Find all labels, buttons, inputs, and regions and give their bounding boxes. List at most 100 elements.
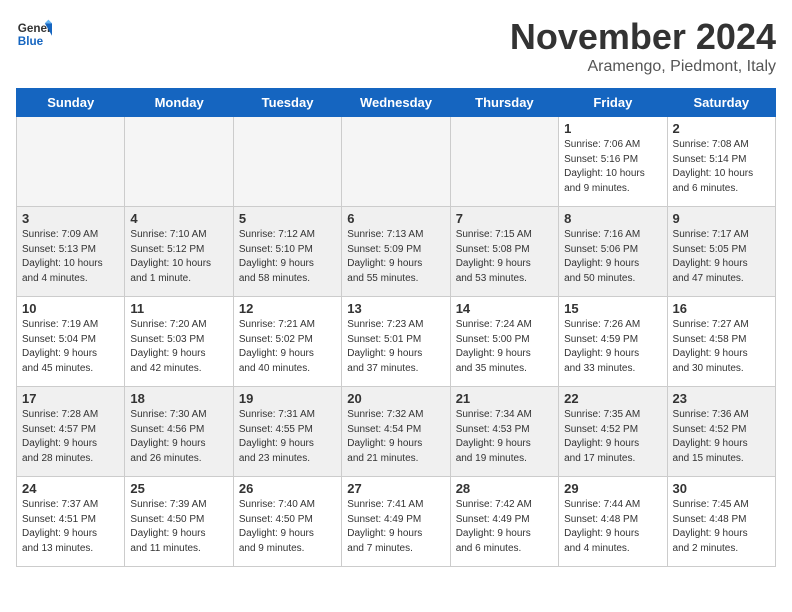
- calendar-day-cell: 16 Sunrise: 7:27 AM Sunset: 4:58 PM Dayli…: [667, 297, 775, 387]
- calendar-body: 1 Sunrise: 7:06 AM Sunset: 5:16 PM Daylig…: [17, 117, 776, 567]
- calendar-day-cell: 26 Sunrise: 7:40 AM Sunset: 4:50 PM Dayli…: [233, 477, 341, 567]
- calendar-col-header: Sunday: [17, 89, 125, 117]
- day-info: Sunrise: 7:26 AM Sunset: 4:59 PM Dayligh…: [564, 318, 661, 376]
- calendar-day-cell: 25 Sunrise: 7:39 AM Sunset: 4:50 PM Dayli…: [125, 477, 233, 567]
- calendar-day-cell: 29 Sunrise: 7:44 AM Sunset: 4:48 PM Dayli…: [559, 477, 667, 567]
- day-number: 28: [456, 481, 553, 496]
- location-subtitle: Aramengo, Piedmont, Italy: [510, 58, 776, 76]
- day-number: 18: [130, 391, 227, 406]
- calendar-day-cell: 18 Sunrise: 7:30 AM Sunset: 4:56 PM Dayli…: [125, 387, 233, 477]
- calendar-day-cell: 13Sunrise: 7:23 AM Sunset: 5:01 PM Dayli…: [342, 297, 450, 387]
- calendar-day-cell: 20 Sunrise: 7:32 AM Sunset: 4:54 PM Dayli…: [342, 387, 450, 477]
- day-info: Sunrise: 7:39 AM Sunset: 4:50 PM Dayligh…: [130, 498, 227, 556]
- calendar-day-cell: 22Sunrise: 7:35 AM Sunset: 4:52 PM Dayli…: [559, 387, 667, 477]
- calendar-col-header: Monday: [125, 89, 233, 117]
- calendar-day-cell: 23 Sunrise: 7:36 AM Sunset: 4:52 PM Dayli…: [667, 387, 775, 477]
- day-info: Sunrise: 7:15 AM Sunset: 5:08 PM Dayligh…: [456, 228, 553, 286]
- day-info: Sunrise: 7:42 AM Sunset: 4:49 PM Dayligh…: [456, 498, 553, 556]
- day-number: 10: [22, 301, 119, 316]
- calendar-day-cell: 10 Sunrise: 7:19 AM Sunset: 5:04 PM Dayli…: [17, 297, 125, 387]
- calendar-col-header: Friday: [559, 89, 667, 117]
- calendar-week-row: 17 Sunrise: 7:28 AM Sunset: 4:57 PM Dayli…: [17, 387, 776, 477]
- calendar-day-cell: 24Sunrise: 7:37 AM Sunset: 4:51 PM Dayli…: [17, 477, 125, 567]
- day-info: Sunrise: 7:16 AM Sunset: 5:06 PM Dayligh…: [564, 228, 661, 286]
- day-info: Sunrise: 7:32 AM Sunset: 4:54 PM Dayligh…: [347, 408, 444, 466]
- day-info: Sunrise: 7:45 AM Sunset: 4:48 PM Dayligh…: [673, 498, 770, 556]
- calendar-day-cell: 27Sunrise: 7:41 AM Sunset: 4:49 PM Dayli…: [342, 477, 450, 567]
- day-info: Sunrise: 7:28 AM Sunset: 4:57 PM Dayligh…: [22, 408, 119, 466]
- title-block: November 2024 Aramengo, Piedmont, Italy: [510, 16, 776, 76]
- day-number: 24: [22, 481, 119, 496]
- day-number: 30: [673, 481, 770, 496]
- day-number: 15: [564, 301, 661, 316]
- day-number: 14: [456, 301, 553, 316]
- calendar-col-header: Wednesday: [342, 89, 450, 117]
- day-info: Sunrise: 7:35 AM Sunset: 4:52 PM Dayligh…: [564, 408, 661, 466]
- day-info: Sunrise: 7:10 AM Sunset: 5:12 PM Dayligh…: [130, 228, 227, 286]
- calendar-day-cell: 6Sunrise: 7:13 AM Sunset: 5:09 PM Daylig…: [342, 207, 450, 297]
- calendar-week-row: 24Sunrise: 7:37 AM Sunset: 4:51 PM Dayli…: [17, 477, 776, 567]
- calendar-col-header: Tuesday: [233, 89, 341, 117]
- day-number: 16: [673, 301, 770, 316]
- calendar-day-cell: 19Sunrise: 7:31 AM Sunset: 4:55 PM Dayli…: [233, 387, 341, 477]
- day-number: 3: [22, 211, 119, 226]
- logo: General Blue: [16, 16, 52, 52]
- day-number: 17: [22, 391, 119, 406]
- calendar-day-cell: [233, 117, 341, 207]
- calendar-day-cell: 4 Sunrise: 7:10 AM Sunset: 5:12 PM Daylig…: [125, 207, 233, 297]
- day-number: 1: [564, 121, 661, 136]
- day-info: Sunrise: 7:41 AM Sunset: 4:49 PM Dayligh…: [347, 498, 444, 556]
- day-info: Sunrise: 7:31 AM Sunset: 4:55 PM Dayligh…: [239, 408, 336, 466]
- page-header: General Blue November 2024 Aramengo, Pie…: [16, 16, 776, 76]
- calendar-day-cell: 3 Sunrise: 7:09 AM Sunset: 5:13 PM Daylig…: [17, 207, 125, 297]
- day-number: 8: [564, 211, 661, 226]
- calendar-week-row: 1 Sunrise: 7:06 AM Sunset: 5:16 PM Daylig…: [17, 117, 776, 207]
- calendar-day-cell: 1 Sunrise: 7:06 AM Sunset: 5:16 PM Daylig…: [559, 117, 667, 207]
- calendar-day-cell: 5Sunrise: 7:12 AM Sunset: 5:10 PM Daylig…: [233, 207, 341, 297]
- calendar-day-cell: [342, 117, 450, 207]
- day-number: 25: [130, 481, 227, 496]
- day-number: 12: [239, 301, 336, 316]
- calendar-day-cell: 7 Sunrise: 7:15 AM Sunset: 5:08 PM Daylig…: [450, 207, 558, 297]
- logo-icon: General Blue: [16, 16, 52, 52]
- day-info: Sunrise: 7:06 AM Sunset: 5:16 PM Dayligh…: [564, 138, 661, 196]
- calendar-col-header: Thursday: [450, 89, 558, 117]
- day-info: Sunrise: 7:44 AM Sunset: 4:48 PM Dayligh…: [564, 498, 661, 556]
- month-title: November 2024: [510, 16, 776, 58]
- day-number: 21: [456, 391, 553, 406]
- day-info: Sunrise: 7:21 AM Sunset: 5:02 PM Dayligh…: [239, 318, 336, 376]
- day-info: Sunrise: 7:30 AM Sunset: 4:56 PM Dayligh…: [130, 408, 227, 466]
- day-number: 29: [564, 481, 661, 496]
- calendar-table: SundayMondayTuesdayWednesdayThursdayFrid…: [16, 88, 776, 567]
- day-number: 4: [130, 211, 227, 226]
- day-info: Sunrise: 7:19 AM Sunset: 5:04 PM Dayligh…: [22, 318, 119, 376]
- day-info: Sunrise: 7:34 AM Sunset: 4:53 PM Dayligh…: [456, 408, 553, 466]
- calendar-day-cell: 12 Sunrise: 7:21 AM Sunset: 5:02 PM Dayli…: [233, 297, 341, 387]
- calendar-day-cell: 8 Sunrise: 7:16 AM Sunset: 5:06 PM Daylig…: [559, 207, 667, 297]
- day-info: Sunrise: 7:40 AM Sunset: 4:50 PM Dayligh…: [239, 498, 336, 556]
- day-info: Sunrise: 7:09 AM Sunset: 5:13 PM Dayligh…: [22, 228, 119, 286]
- day-number: 26: [239, 481, 336, 496]
- day-number: 20: [347, 391, 444, 406]
- calendar-header-row: SundayMondayTuesdayWednesdayThursdayFrid…: [17, 89, 776, 117]
- day-number: 9: [673, 211, 770, 226]
- day-info: Sunrise: 7:27 AM Sunset: 4:58 PM Dayligh…: [673, 318, 770, 376]
- calendar-day-cell: [17, 117, 125, 207]
- day-info: Sunrise: 7:36 AM Sunset: 4:52 PM Dayligh…: [673, 408, 770, 466]
- calendar-day-cell: 2Sunrise: 7:08 AM Sunset: 5:14 PM Daylig…: [667, 117, 775, 207]
- calendar-day-cell: 17 Sunrise: 7:28 AM Sunset: 4:57 PM Dayli…: [17, 387, 125, 477]
- day-number: 13: [347, 301, 444, 316]
- calendar-day-cell: 14 Sunrise: 7:24 AM Sunset: 5:00 PM Dayli…: [450, 297, 558, 387]
- calendar-day-cell: 30 Sunrise: 7:45 AM Sunset: 4:48 PM Dayli…: [667, 477, 775, 567]
- calendar-day-cell: [450, 117, 558, 207]
- day-info: Sunrise: 7:13 AM Sunset: 5:09 PM Dayligh…: [347, 228, 444, 286]
- calendar-day-cell: 15 Sunrise: 7:26 AM Sunset: 4:59 PM Dayli…: [559, 297, 667, 387]
- day-info: Sunrise: 7:17 AM Sunset: 5:05 PM Dayligh…: [673, 228, 770, 286]
- day-number: 7: [456, 211, 553, 226]
- calendar-day-cell: 11Sunrise: 7:20 AM Sunset: 5:03 PM Dayli…: [125, 297, 233, 387]
- day-info: Sunrise: 7:20 AM Sunset: 5:03 PM Dayligh…: [130, 318, 227, 376]
- day-info: Sunrise: 7:24 AM Sunset: 5:00 PM Dayligh…: [456, 318, 553, 376]
- day-number: 23: [673, 391, 770, 406]
- calendar-day-cell: 28 Sunrise: 7:42 AM Sunset: 4:49 PM Dayli…: [450, 477, 558, 567]
- day-info: Sunrise: 7:08 AM Sunset: 5:14 PM Dayligh…: [673, 138, 770, 196]
